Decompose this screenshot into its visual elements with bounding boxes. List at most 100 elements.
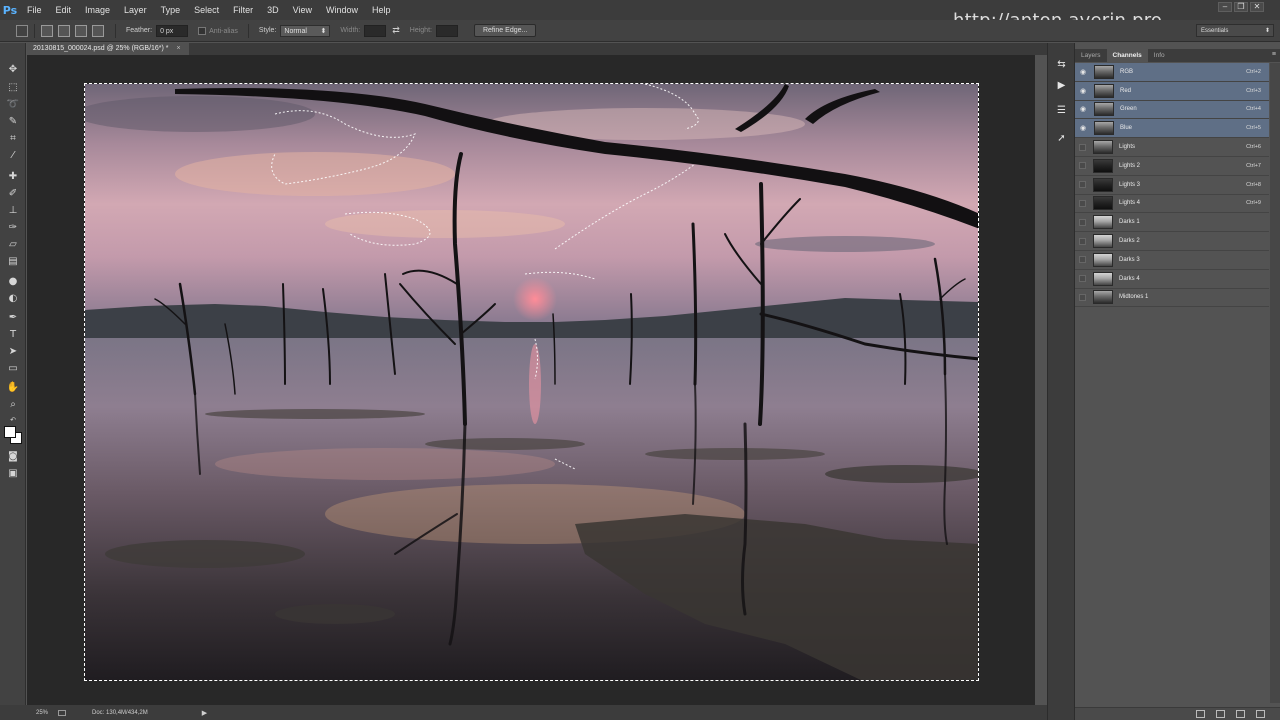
panel-menu-icon[interactable]: ≡ xyxy=(1272,51,1276,58)
tab-layers[interactable]: Layers xyxy=(1075,49,1107,62)
marquee-tool-preset-icon[interactable] xyxy=(16,24,28,37)
close-window-button[interactable]: ✕ xyxy=(1250,2,1264,12)
height-input[interactable] xyxy=(435,24,458,37)
zoom-icon[interactable]: ⌕ xyxy=(6,398,20,412)
channel-row[interactable]: Midtones 1 xyxy=(1075,289,1269,308)
type-icon[interactable]: T xyxy=(6,328,20,342)
feather-input[interactable]: 0 px xyxy=(156,24,189,37)
menu-3d[interactable]: 3D xyxy=(260,0,286,20)
channel-row[interactable]: Lights 3 Ctrl+8 xyxy=(1075,176,1269,195)
add-to-selection-icon[interactable] xyxy=(58,24,70,37)
load-selection-icon[interactable] xyxy=(1196,710,1205,718)
menu-layer[interactable]: Layer xyxy=(117,0,154,20)
foreground-color-swatch[interactable] xyxy=(4,426,16,438)
visibility-toggle[interactable] xyxy=(1079,237,1086,245)
restore-button[interactable]: ❐ xyxy=(1234,2,1248,12)
quick-mask-icon[interactable]: ◙ xyxy=(6,450,20,464)
visibility-toggle[interactable] xyxy=(1079,143,1086,151)
channel-row[interactable]: Lights 4 Ctrl+9 xyxy=(1075,195,1269,214)
channel-row[interactable]: ◉ Blue Ctrl+5 xyxy=(1075,119,1269,139)
close-icon[interactable]: × xyxy=(177,45,181,52)
status-menu-arrow-icon[interactable]: ▶ xyxy=(202,709,207,717)
hand-icon[interactable]: ✋ xyxy=(6,381,20,395)
visibility-toggle[interactable] xyxy=(1079,181,1086,189)
chevron-down-icon: ⬍ xyxy=(320,27,327,35)
menu-filter[interactable]: Filter xyxy=(226,0,260,20)
save-selection-icon[interactable] xyxy=(1216,710,1225,718)
intersect-selection-icon[interactable] xyxy=(92,24,104,37)
visibility-toggle[interactable] xyxy=(1079,218,1086,226)
channel-row[interactable]: Darks 1 xyxy=(1075,213,1269,233)
gradient-icon[interactable]: ▤ xyxy=(6,255,20,269)
eyedropper-icon[interactable]: ⁄ xyxy=(6,149,20,163)
feather-label: Feather: xyxy=(126,27,153,34)
channel-row[interactable]: Darks 4 xyxy=(1075,270,1269,289)
channel-shortcut: Ctrl+5 xyxy=(1246,125,1261,132)
blur-icon[interactable]: ● xyxy=(6,275,20,289)
new-selection-icon[interactable] xyxy=(41,24,53,37)
menu-file[interactable]: File xyxy=(20,0,49,20)
history-panel-icon[interactable]: ⇆ xyxy=(1055,59,1068,71)
crop-icon[interactable]: ⌗ xyxy=(6,132,20,146)
zoom-level[interactable]: 25% xyxy=(36,710,48,716)
channel-row[interactable]: ◉ RGB Ctrl+2 xyxy=(1075,63,1269,82)
delete-channel-icon[interactable] xyxy=(1256,710,1265,718)
path-selection-icon[interactable]: ➤ xyxy=(6,345,20,359)
menu-view[interactable]: View xyxy=(286,0,319,20)
screen-mode-icon[interactable]: ▣ xyxy=(6,467,20,481)
subtract-selection-icon[interactable] xyxy=(75,24,87,37)
workspace-select[interactable]: Essentials ⬍ xyxy=(1196,24,1274,37)
channel-row[interactable]: ◉ Red Ctrl+3 xyxy=(1075,81,1269,101)
anti-alias-checkbox[interactable]: Anti-alias xyxy=(198,26,238,35)
visibility-toggle[interactable] xyxy=(1079,293,1086,301)
channel-row[interactable]: Darks 2 xyxy=(1075,232,1269,251)
channel-row[interactable]: Darks 3 xyxy=(1075,251,1269,270)
visibility-toggle[interactable] xyxy=(1079,275,1086,283)
swap-colors-icon[interactable]: ↶ xyxy=(6,413,20,427)
history-brush-icon[interactable]: ✑ xyxy=(6,221,20,235)
width-input[interactable] xyxy=(364,24,387,37)
dodge-icon[interactable]: ◐ xyxy=(6,292,20,306)
spot-healing-icon[interactable]: ✚ xyxy=(6,170,20,184)
quick-selection-icon[interactable]: ✎ xyxy=(6,115,20,129)
rectangle-shape-icon[interactable]: ▭ xyxy=(6,362,20,376)
cursor-arrow-icon: ➚ xyxy=(1057,133,1066,144)
style-select[interactable]: Normal ⬍ xyxy=(280,24,331,37)
rectangular-marquee-icon[interactable]: ⬚ xyxy=(6,81,20,95)
actions-play-icon[interactable]: ▶ xyxy=(1055,80,1068,92)
menu-select[interactable]: Select xyxy=(187,0,226,20)
document-tab[interactable]: 20130815_000024.psd @ 25% (RGB/16*) * × xyxy=(27,43,189,55)
visibility-toggle[interactable] xyxy=(1079,162,1086,170)
minimize-button[interactable]: – xyxy=(1218,2,1232,12)
tab-info[interactable]: Info xyxy=(1148,49,1171,62)
swap-dimensions-icon[interactable]: ⇄ xyxy=(392,25,400,36)
pen-icon[interactable]: ✒ xyxy=(6,311,20,325)
document-image[interactable] xyxy=(84,83,979,681)
menu-image[interactable]: Image xyxy=(78,0,117,20)
channel-row[interactable]: ◉ Green Ctrl+4 xyxy=(1075,100,1269,120)
menu-help[interactable]: Help xyxy=(365,0,398,20)
lasso-icon[interactable]: ➰ xyxy=(6,98,20,112)
eye-icon[interactable]: ◉ xyxy=(1078,67,1088,77)
divider xyxy=(247,23,249,38)
properties-panel-icon[interactable]: ☰ xyxy=(1055,105,1068,117)
menu-edit[interactable]: Edit xyxy=(49,0,79,20)
channel-row[interactable]: Lights 2 Ctrl+7 xyxy=(1075,157,1269,176)
channel-row[interactable]: Lights Ctrl+6 xyxy=(1075,138,1269,157)
tab-channels[interactable]: Channels xyxy=(1106,49,1148,62)
clone-stamp-icon[interactable]: ⊥ xyxy=(6,204,20,218)
eraser-icon[interactable]: ▱ xyxy=(6,238,20,252)
menu-window[interactable]: Window xyxy=(319,0,365,20)
eye-icon[interactable]: ◉ xyxy=(1078,86,1088,96)
eye-icon[interactable]: ◉ xyxy=(1078,104,1088,114)
divider xyxy=(115,23,116,38)
visibility-toggle[interactable] xyxy=(1079,199,1086,207)
visibility-toggle[interactable] xyxy=(1079,256,1086,264)
menu-type[interactable]: Type xyxy=(154,0,188,20)
refine-edge-button[interactable]: Refine Edge... xyxy=(473,24,537,37)
brush-icon[interactable]: ✐ xyxy=(6,187,20,201)
new-channel-icon[interactable] xyxy=(1236,710,1245,718)
move-tool-icon[interactable]: ✥ xyxy=(6,63,20,77)
panel-scrollbar[interactable] xyxy=(1270,63,1280,703)
eye-icon[interactable]: ◉ xyxy=(1078,123,1088,133)
